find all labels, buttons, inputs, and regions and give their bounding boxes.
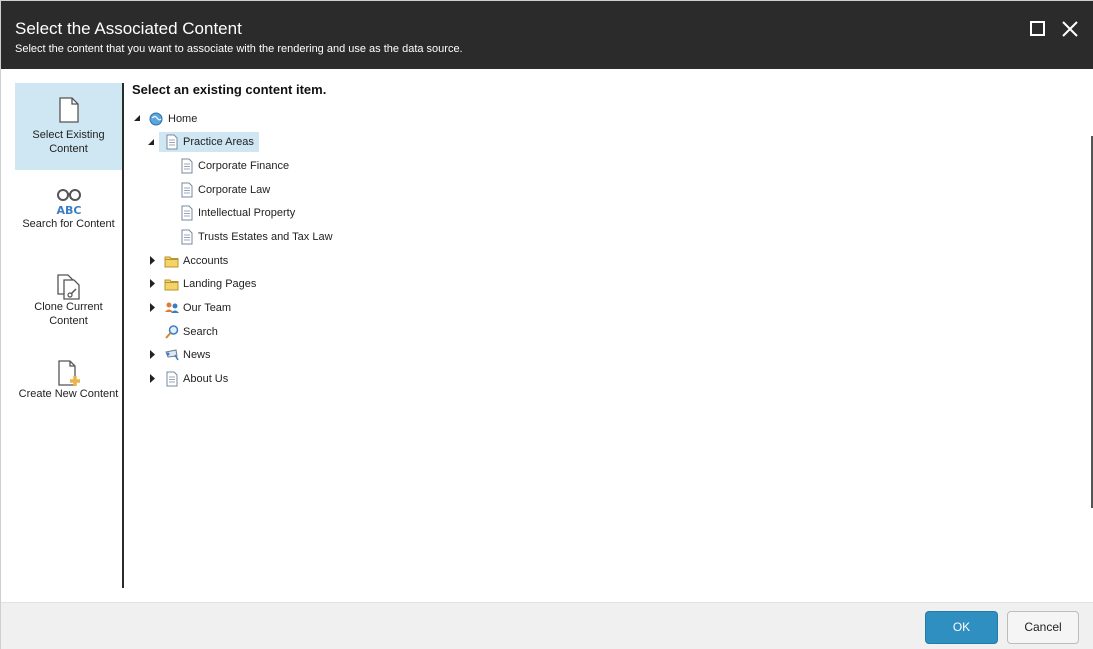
folder-icon xyxy=(164,279,179,291)
tree-collapse-icon[interactable] xyxy=(133,109,143,129)
nav-item-select-existing[interactable]: Select Existing Content xyxy=(15,83,122,170)
nav-item-label: Search for Content xyxy=(22,218,115,230)
page-icon xyxy=(181,205,193,221)
close-button[interactable] xyxy=(1059,18,1081,40)
nav-item-label: Select Existing Content xyxy=(32,129,105,155)
news-icon xyxy=(165,349,179,361)
tree-node-our-team: Our Team xyxy=(146,298,346,318)
nav-item-create-content[interactable]: Create New Content xyxy=(15,359,122,419)
tree-node-search: Search xyxy=(146,322,346,342)
tree-node-label[interactable]: About Us xyxy=(180,369,231,389)
tree-node-label[interactable]: Practice Areas xyxy=(180,132,257,152)
tree-node-label[interactable]: Trusts Estates and Tax Law xyxy=(195,227,336,247)
tree-node-trusts-estates: Trusts Estates and Tax Law xyxy=(177,227,397,247)
clone-document-icon xyxy=(56,274,80,300)
dialog-header: Select the Associated Content Select the… xyxy=(1,1,1093,69)
tree-node-label[interactable]: Accounts xyxy=(180,251,231,271)
tree-node-practice-areas: Practice Areas xyxy=(146,132,346,152)
tree-expand-icon[interactable] xyxy=(148,298,158,318)
tree-node-about-us: About Us xyxy=(146,369,346,389)
nav-item-label: Create New Content xyxy=(18,388,119,400)
close-icon xyxy=(1062,21,1078,37)
binoculars-abc-icon: ABC xyxy=(56,189,81,217)
tree-node-label[interactable]: Intellectual Property xyxy=(195,203,298,223)
tree-node-news: News xyxy=(146,345,346,365)
tree-expand-icon[interactable] xyxy=(148,345,158,365)
nav-item-label: Clone Current Content xyxy=(34,301,103,327)
tree-node-label[interactable]: Our Team xyxy=(180,298,234,318)
svg-text:ABC: ABC xyxy=(56,204,81,217)
nav-divider xyxy=(122,83,124,588)
new-document-icon xyxy=(57,360,80,386)
folder-icon xyxy=(164,256,179,268)
tree-node-intellectual-property: Intellectual Property xyxy=(177,203,377,223)
tree-expand-icon[interactable] xyxy=(148,369,158,389)
tree-node-landing-pages: Landing Pages xyxy=(146,274,346,294)
page-icon xyxy=(166,134,178,150)
page-icon xyxy=(181,158,193,174)
dialog-footer: OK Cancel xyxy=(1,602,1093,649)
tree-node-label[interactable]: Home xyxy=(165,109,200,129)
tree-node-label[interactable]: News xyxy=(180,345,214,365)
tree-node-accounts: Accounts xyxy=(146,251,346,271)
ok-button[interactable]: OK xyxy=(925,611,998,644)
content-heading: Select an existing content item. xyxy=(132,82,327,97)
tree-node-label[interactable]: Landing Pages xyxy=(180,274,259,294)
tree-node-home: Home xyxy=(132,109,332,129)
tree-expand-icon[interactable] xyxy=(148,274,158,294)
maximize-icon xyxy=(1030,21,1045,36)
people-icon xyxy=(165,302,179,313)
page-icon xyxy=(166,371,178,387)
nav-item-clone-content[interactable]: Clone Current Content xyxy=(15,272,122,332)
tree-node-corporate-law: Corporate Law xyxy=(177,180,377,200)
tree-node-corporate-finance: Corporate Finance xyxy=(177,156,377,176)
magnifier-icon xyxy=(165,325,179,339)
cancel-button[interactable]: Cancel xyxy=(1007,611,1079,644)
home-globe-icon xyxy=(149,112,163,126)
document-icon xyxy=(58,97,79,123)
tree-collapse-icon[interactable] xyxy=(147,132,157,152)
dialog-title: Select the Associated Content xyxy=(15,19,242,38)
nav-item-search-content[interactable]: ABC Search for Content xyxy=(15,187,122,237)
tree-expand-icon[interactable] xyxy=(148,251,158,271)
tree-node-label[interactable]: Search xyxy=(180,322,221,342)
page-icon xyxy=(181,229,193,245)
left-nav: Select Existing Content ABC Search for C… xyxy=(15,83,123,588)
dialog-subtitle: Select the content that you want to asso… xyxy=(15,43,463,55)
tree-node-label[interactable]: Corporate Law xyxy=(195,180,273,200)
page-icon xyxy=(181,182,193,198)
tree-node-label[interactable]: Corporate Finance xyxy=(195,156,292,176)
maximize-button[interactable] xyxy=(1027,18,1049,40)
associated-content-dialog: Select the Associated Content Select the… xyxy=(0,0,1093,649)
